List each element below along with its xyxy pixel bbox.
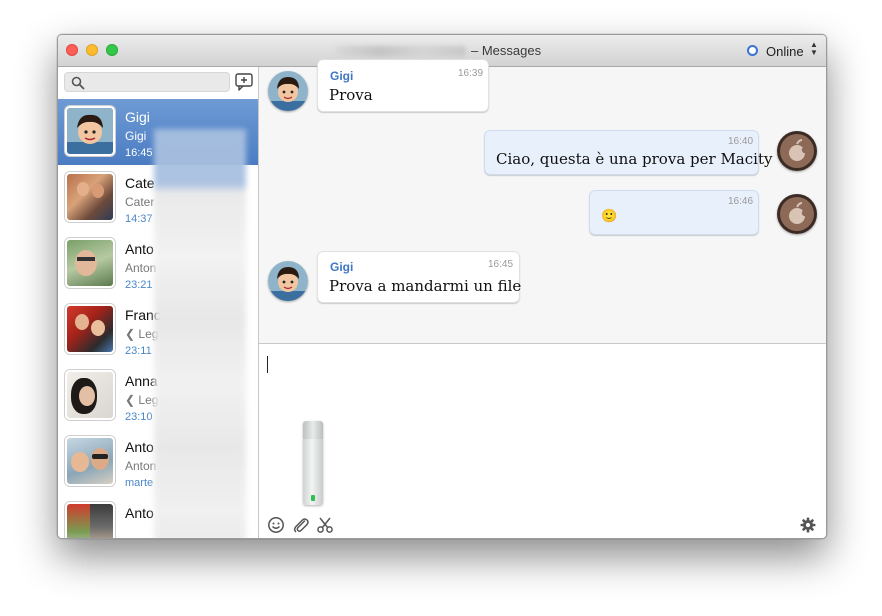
conversation-time: marte bbox=[125, 477, 154, 489]
search-icon bbox=[71, 76, 85, 90]
compose-area[interactable] bbox=[259, 344, 826, 538]
conversation-name: Anto bbox=[125, 505, 154, 521]
conversation-preview: Anton bbox=[125, 459, 157, 473]
avatar bbox=[65, 304, 115, 354]
conversation-time: 23:21 bbox=[125, 279, 153, 291]
smiley-icon[interactable] bbox=[267, 516, 285, 534]
message-bubble[interactable]: Gigi 16:45 Prova a mandarmi un file bbox=[317, 251, 522, 303]
message-time: 16:39 bbox=[458, 68, 484, 79]
avatar bbox=[65, 106, 115, 156]
conversation-name: Anto bbox=[125, 439, 154, 455]
status-label[interactable]: Online bbox=[766, 44, 804, 59]
message-transcript: Gigi 16:39 Prova 16:40 Ciao, questa è un… bbox=[259, 59, 826, 343]
conversation-preview: Gigi bbox=[125, 129, 147, 143]
minimize-button[interactable] bbox=[86, 44, 98, 56]
window-title: – Messages bbox=[471, 43, 542, 58]
conversation-time: 16:45 bbox=[125, 147, 153, 159]
search-field[interactable] bbox=[64, 72, 230, 92]
conversation-sidebar: Gigi Gigi 16:45 Cate Cater 14:37 Anto An… bbox=[58, 67, 259, 538]
message-time: 16:46 bbox=[728, 196, 754, 207]
apple-logo-avatar bbox=[777, 131, 817, 171]
apple-logo-avatar bbox=[777, 194, 817, 234]
conversation-name: Cate bbox=[125, 175, 155, 191]
privacy-blur bbox=[154, 129, 246, 538]
message-text: Prova a mandarmi un file bbox=[329, 277, 522, 295]
redacted-account-name bbox=[336, 46, 466, 57]
avatar bbox=[268, 261, 308, 301]
cartoon-boy-avatar bbox=[67, 108, 113, 154]
conversation-name: Anna bbox=[125, 373, 158, 389]
avatar bbox=[268, 71, 308, 111]
paperclip-icon[interactable] bbox=[292, 516, 310, 534]
cartoon-boy-avatar bbox=[268, 261, 308, 301]
close-button[interactable] bbox=[66, 44, 78, 56]
avatar bbox=[65, 436, 115, 486]
cartoon-boy-avatar bbox=[268, 71, 308, 111]
conversation-time: 23:11 bbox=[125, 345, 152, 357]
avatar bbox=[777, 131, 817, 171]
message-bubble[interactable]: 16:46 🙂 bbox=[589, 190, 759, 235]
message-text: Ciao, questa è una prova per Macity bbox=[496, 150, 773, 168]
message-sender: Gigi bbox=[330, 69, 354, 83]
conversation-preview: Cater bbox=[125, 195, 155, 209]
avatar bbox=[65, 370, 115, 420]
avatar bbox=[777, 194, 817, 234]
compose-icon[interactable] bbox=[234, 72, 254, 92]
smiley-emoji: 🙂 bbox=[601, 209, 618, 224]
message-bubble[interactable]: Gigi 16:39 Prova bbox=[317, 59, 489, 112]
message-time: 16:45 bbox=[488, 259, 514, 270]
message-bubble[interactable]: 16:40 Ciao, questa è una prova per Macit… bbox=[484, 130, 772, 175]
messages-window: – Messages Online ▲ ▼ Gigi Gigi 16:45 Ca… bbox=[57, 34, 827, 539]
search-input[interactable] bbox=[87, 74, 225, 90]
conversation-name: Gigi bbox=[125, 109, 150, 125]
message-sender: Gigi bbox=[330, 260, 354, 274]
status-popup-arrows-icon[interactable]: ▲ ▼ bbox=[809, 41, 819, 57]
avatar bbox=[65, 502, 115, 538]
zoom-button[interactable] bbox=[106, 44, 118, 56]
conversation-preview: Anton bbox=[125, 261, 157, 275]
message-text: Prova bbox=[329, 86, 373, 104]
conversation-name: Anto bbox=[125, 241, 154, 257]
conversation-time: 23:10 bbox=[125, 411, 153, 423]
message-time: 16:40 bbox=[728, 136, 754, 147]
conversation-time: 14:37 bbox=[125, 213, 153, 225]
status-indicator-icon bbox=[747, 45, 758, 56]
gear-icon[interactable] bbox=[799, 516, 817, 534]
avatar bbox=[65, 238, 115, 288]
usb-drive-attachment-icon[interactable] bbox=[303, 421, 323, 505]
scissors-icon[interactable] bbox=[316, 516, 334, 534]
text-caret bbox=[267, 356, 268, 373]
avatar bbox=[65, 172, 115, 222]
